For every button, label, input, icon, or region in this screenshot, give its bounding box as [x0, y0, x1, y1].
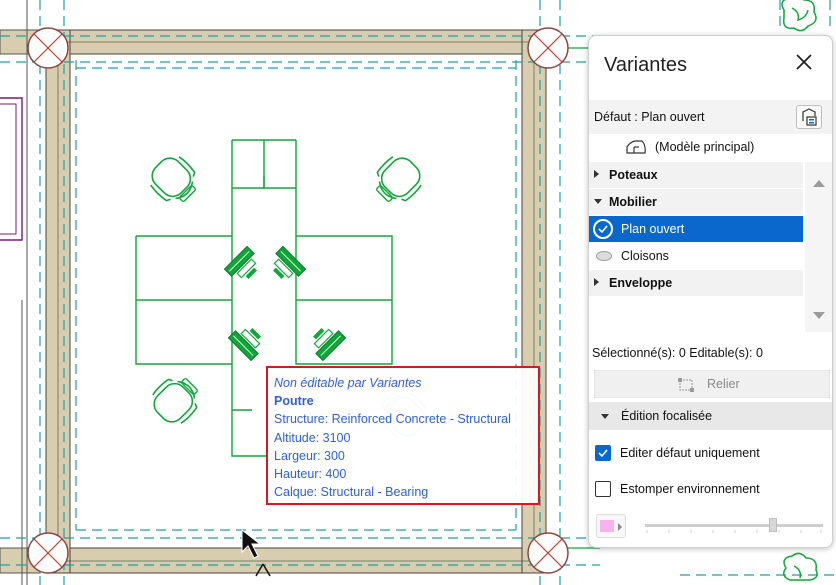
- tree-group-label: Mobilier: [609, 195, 657, 209]
- focused-edit-label: Édition focalisée: [621, 409, 713, 423]
- relier-label: Relier: [707, 377, 740, 391]
- element-info-tooltip: Non éditable par Variantes Poutre Struct…: [266, 366, 540, 505]
- close-icon: [796, 54, 812, 70]
- checkbox-empty-icon: [595, 481, 611, 497]
- tree-item-label: Plan ouvert: [621, 222, 685, 236]
- tree-item-cloisons[interactable]: Cloisons: [589, 243, 803, 269]
- tree-item-label: Cloisons: [621, 249, 669, 263]
- variantes-panel: Variantes Défaut : Plan ouvert (Modèle p…: [588, 35, 833, 548]
- caret-right-icon: [594, 278, 599, 286]
- variant-tree: Poteaux Mobilier Plan ouvert Cloisons En…: [589, 162, 803, 332]
- fade-controls: [589, 510, 832, 547]
- selection-status: Sélectionné(s): 0 Editable(s): 0: [592, 346, 763, 360]
- caret-right-icon: [618, 523, 622, 531]
- scroll-up-icon[interactable]: [813, 180, 825, 187]
- color-swatch: [600, 520, 614, 532]
- tree-group-label: Enveloppe: [609, 276, 673, 290]
- tooltip-hauteur: Hauteur: 400: [274, 467, 347, 482]
- tree-item-plan-ouvert[interactable]: Plan ouvert: [589, 216, 803, 242]
- main-model-label: (Modèle principal): [655, 140, 755, 154]
- tooltip-status: Non éditable par Variantes: [274, 376, 422, 390]
- scroll-down-icon[interactable]: [813, 312, 825, 319]
- link-frame-icon: [678, 378, 694, 392]
- tooltip-structure: Structure: Reinforced Concrete - Structu…: [274, 412, 511, 427]
- focused-edit-section[interactable]: Édition focalisée: [589, 402, 832, 430]
- checkbox-label: Editer défaut uniquement: [620, 446, 760, 460]
- check-circle-icon: [593, 219, 613, 239]
- tooltip-largeur: Largeur: 300: [274, 448, 345, 463]
- default-variant-row: Défaut : Plan ouvert: [589, 100, 832, 134]
- tooltip-altitude: Altitude: 3100: [274, 430, 351, 445]
- edit-default-only-checkbox[interactable]: Editer défaut uniquement: [595, 443, 827, 463]
- default-variant-button[interactable]: [796, 105, 822, 129]
- caret-down-icon: [601, 414, 609, 419]
- close-button[interactable]: [790, 48, 818, 76]
- fade-environment-checkbox[interactable]: Estomper environnement: [595, 479, 827, 499]
- variant-settings-icon: [802, 108, 817, 126]
- default-variant-label: Défaut : Plan ouvert: [594, 110, 705, 124]
- tree-group-enveloppe[interactable]: Enveloppe: [589, 270, 803, 296]
- main-model-row[interactable]: (Modèle principal): [589, 134, 832, 160]
- caret-down-icon: [594, 199, 602, 204]
- panel-title: Variantes: [604, 54, 688, 76]
- tree-group-label: Poteaux: [609, 168, 658, 182]
- opacity-slider[interactable]: [645, 524, 823, 533]
- checkbox-checked-icon: [595, 445, 611, 461]
- tree-group-mobilier[interactable]: Mobilier: [589, 189, 803, 215]
- tree-group-poteaux[interactable]: Poteaux: [589, 162, 803, 188]
- tooltip-element-type: Poutre: [274, 394, 314, 409]
- radio-off-icon: [596, 251, 612, 261]
- caret-right-icon: [594, 170, 599, 178]
- tree-scrollbar[interactable]: [805, 162, 832, 332]
- relier-button[interactable]: Relier: [594, 370, 830, 398]
- house-outline-icon: [626, 140, 646, 154]
- tooltip-calque: Calque: Structural - Bearing: [274, 485, 429, 500]
- fade-color-picker[interactable]: [596, 514, 626, 538]
- checkbox-label: Estomper environnement: [620, 482, 760, 496]
- opacity-slider-thumb[interactable]: [769, 518, 778, 532]
